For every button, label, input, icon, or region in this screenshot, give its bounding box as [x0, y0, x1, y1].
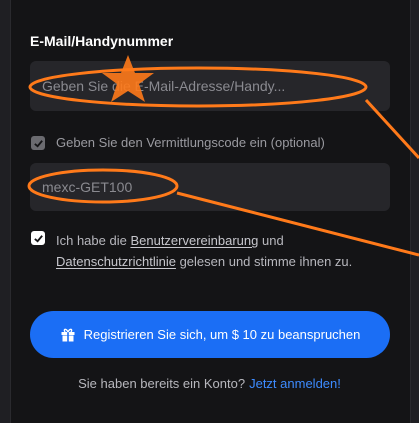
referral-code-value: mexc-GET100: [42, 179, 133, 195]
terms-checkbox[interactable]: [31, 231, 45, 245]
referral-code-field[interactable]: mexc-GET100: [30, 163, 390, 211]
email-field[interactable]: Geben Sie die E-Mail-Adresse/Handy...: [30, 61, 390, 111]
terms-prefix: Ich habe die: [56, 233, 131, 248]
login-link[interactable]: Jetzt anmelden!: [249, 376, 341, 391]
user-agreement-link[interactable]: Benutzervereinbarung: [130, 233, 258, 248]
terms-suffix: gelesen und stimme ihnen zu.: [175, 254, 353, 269]
check-icon: [33, 234, 43, 243]
register-button[interactable]: Registrieren Sie sich, um $ 10 zu beansp…: [30, 311, 390, 358]
email-label: E-Mail/Handynummer: [30, 33, 174, 49]
terms-text: Ich habe die Benutzervereinbarung und Da…: [56, 230, 386, 272]
have-account-text: Sie haben bereits ein Konto?: [78, 376, 246, 391]
register-button-label: Registrieren Sie sich, um $ 10 zu beansp…: [83, 327, 361, 342]
referral-checkbox[interactable]: [31, 136, 45, 150]
privacy-policy-link[interactable]: Datenschutzrichtlinie: [56, 254, 176, 269]
gift-icon: [60, 327, 76, 343]
email-placeholder: Geben Sie die E-Mail-Adresse/Handy...: [42, 78, 286, 94]
check-icon: [33, 139, 43, 148]
login-prompt: Sie haben bereits ein Konto? Jetzt anmeld…: [0, 376, 419, 391]
terms-and: und: [258, 233, 284, 248]
referral-label: Geben Sie den Vermittlungscode ein (opti…: [56, 135, 325, 150]
